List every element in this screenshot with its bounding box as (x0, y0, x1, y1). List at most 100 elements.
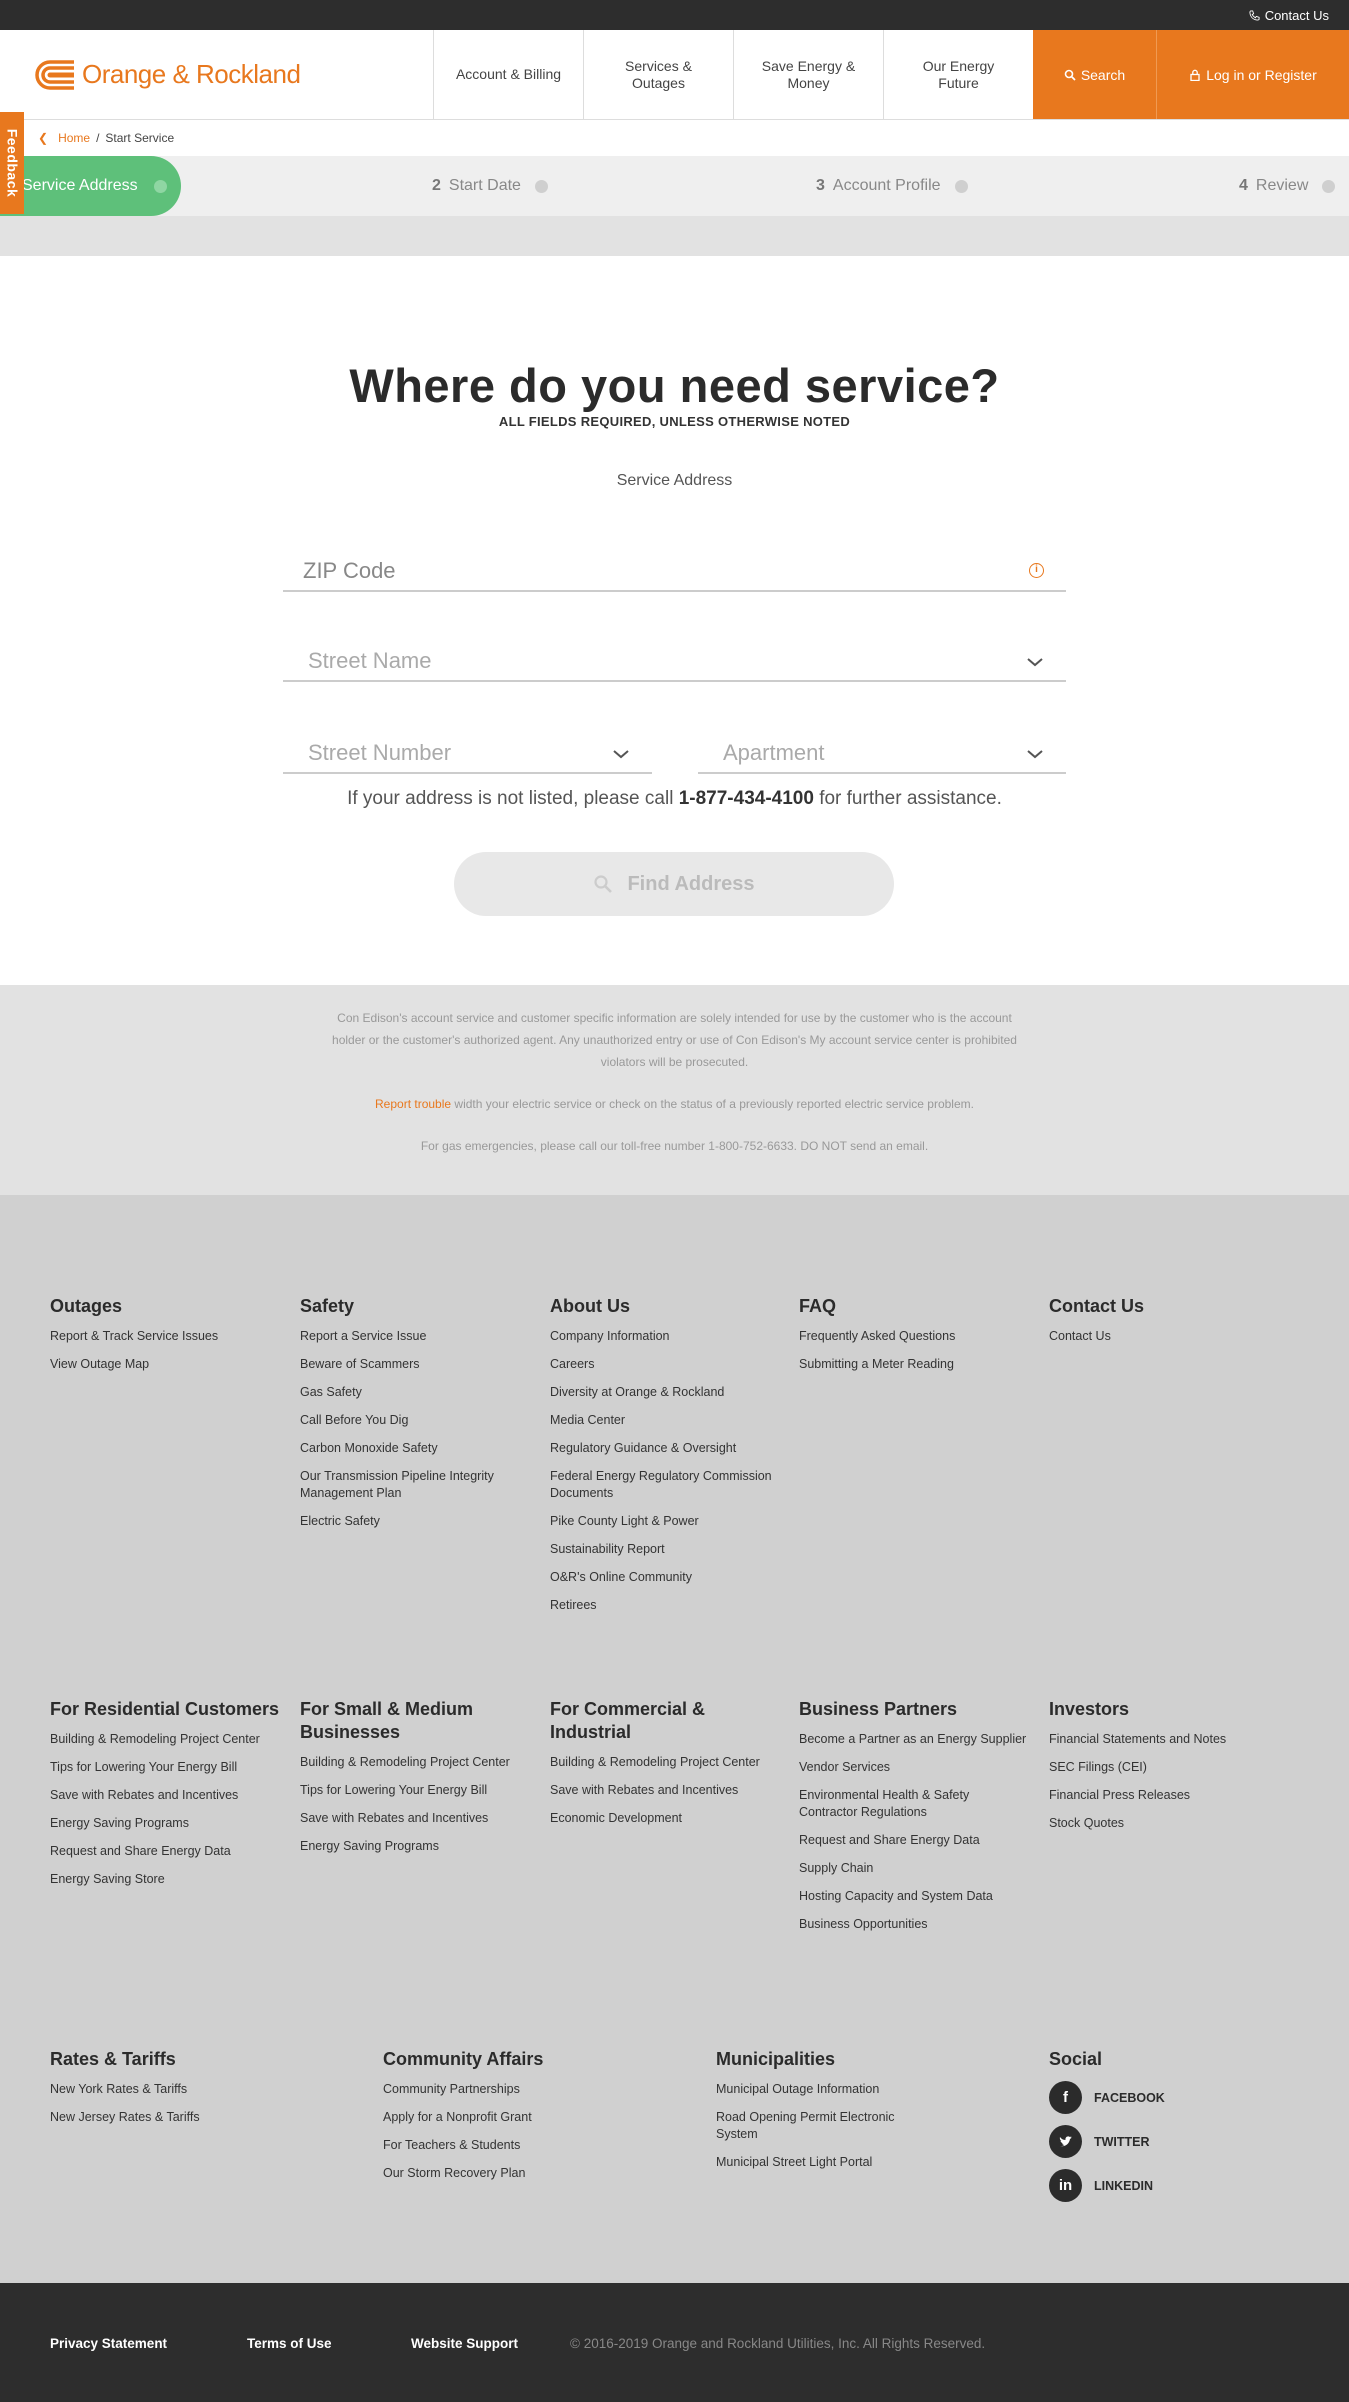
footer-link[interactable]: SEC Filings (CEI) (1049, 1759, 1279, 1776)
footer-link[interactable]: Sustainability Report (550, 1541, 780, 1558)
footer-link[interactable]: Energy Saving Programs (50, 1815, 280, 1832)
breadcrumb-home[interactable]: Home (58, 131, 90, 145)
report-trouble-link[interactable]: Report trouble (375, 1097, 451, 1111)
footer-link[interactable]: Stock Quotes (1049, 1815, 1279, 1832)
footer-link[interactable]: O&R's Online Community (550, 1569, 780, 1586)
footer-link[interactable]: Financial Press Releases (1049, 1787, 1279, 1804)
footer-link[interactable]: Company Information (550, 1328, 780, 1345)
footer-link[interactable]: Frequently Asked Questions (799, 1328, 1029, 1345)
footer-link[interactable]: Regulatory Guidance & Oversight (550, 1440, 780, 1457)
footer-heading: Community Affairs (383, 2049, 544, 2069)
apartment-select[interactable] (718, 740, 1012, 766)
footer-link[interactable]: Municipal Street Light Portal (716, 2154, 916, 2171)
footer-link[interactable]: Media Center (550, 1412, 780, 1429)
footer-link[interactable]: Vendor Services (799, 1759, 1029, 1776)
footer-link[interactable]: For Teachers & Students (383, 2137, 683, 2154)
footer-link[interactable]: Report a Service Issue (300, 1328, 530, 1345)
footer-link[interactable]: Gas Safety (300, 1384, 530, 1401)
login-button[interactable]: Log in or Register (1156, 30, 1349, 119)
footer-link[interactable]: Tips for Lowering Your Energy Bill (50, 1759, 280, 1776)
logo[interactable]: Orange & Rockland (0, 30, 433, 119)
terms-link[interactable]: Terms of Use (247, 2336, 411, 2351)
footer-link[interactable]: Save with Rebates and Incentives (550, 1782, 780, 1799)
street-name-field[interactable] (283, 640, 1066, 682)
chevron-down-icon[interactable] (1026, 656, 1044, 668)
footer-link[interactable]: Beware of Scammers (300, 1356, 530, 1373)
nav-our-energy-future[interactable]: Our Energy Future (883, 30, 1033, 119)
footer-link[interactable]: Electric Safety (300, 1513, 530, 1530)
footer-link[interactable]: Financial Statements and Notes (1049, 1731, 1279, 1748)
nav-account-billing[interactable]: Account & Billing (433, 30, 583, 119)
footer-link[interactable]: Call Before You Dig (300, 1412, 530, 1429)
footer-link[interactable]: New Jersey Rates & Tariffs (50, 2109, 350, 2126)
footer-link[interactable]: Our Storm Recovery Plan (383, 2165, 683, 2182)
footer-link[interactable]: Retirees (550, 1597, 780, 1614)
footer-link[interactable]: Environmental Health & Safety Contractor… (799, 1787, 1029, 1821)
footer-link[interactable]: Municipal Outage Information (716, 2081, 916, 2098)
privacy-link[interactable]: Privacy Statement (50, 2336, 247, 2351)
footer-link[interactable]: Community Partnerships (383, 2081, 683, 2098)
footer-link[interactable]: Save with Rebates and Incentives (50, 1787, 280, 1804)
footer-link[interactable]: Become a Partner as an Energy Supplier (799, 1731, 1029, 1748)
social-label: LINKEDIN (1094, 2178, 1154, 2193)
service-address-form: Where do you need service? ALL FIELDS RE… (0, 256, 1349, 985)
footer-link[interactable]: Energy Saving Store (50, 1871, 280, 1888)
feedback-tab[interactable]: Feedback (0, 112, 24, 214)
street-number-select[interactable] (303, 740, 598, 766)
contact-us-link[interactable]: Contact Us (1249, 8, 1329, 23)
chevron-down-icon[interactable] (1026, 748, 1044, 760)
step-service-address: Service Address (0, 156, 181, 216)
disclaimer-section: Con Edison's account service and custome… (0, 985, 1349, 1195)
footer-link[interactable]: Request and Share Energy Data (799, 1832, 1029, 1849)
nav-services-outages[interactable]: Services & Outages (583, 30, 733, 119)
info-icon[interactable]: i (1029, 563, 1044, 578)
footer-link[interactable]: Carbon Monoxide Safety (300, 1440, 530, 1457)
footer-link[interactable]: Pike County Light & Power (550, 1513, 780, 1530)
footer-link[interactable]: Save with Rebates and Incentives (300, 1810, 530, 1827)
footer-link[interactable]: Our Transmission Pipeline Integrity Mana… (300, 1468, 530, 1502)
footer-link[interactable]: Submitting a Meter Reading (799, 1356, 1029, 1373)
footer-link[interactable]: Building & Remodeling Project Center (50, 1731, 280, 1748)
chevron-down-icon[interactable] (612, 748, 630, 760)
apartment-field[interactable] (698, 732, 1066, 774)
footer-link[interactable]: Federal Energy Regulatory Commission Doc… (550, 1468, 780, 1502)
step-review: 4 Review (1239, 156, 1336, 216)
footer-link[interactable]: View Outage Map (50, 1356, 280, 1373)
footer-link[interactable]: Supply Chain (799, 1860, 1029, 1877)
footer-link[interactable]: Request and Share Energy Data (50, 1843, 280, 1860)
lock-icon (1190, 69, 1200, 81)
footer-col-safety: Safety Report a Service Issue Beware of … (300, 1295, 530, 1541)
zip-code-input[interactable] (303, 558, 970, 584)
footer-link[interactable]: Hosting Capacity and System Data (799, 1888, 1029, 1905)
social-twitter-link[interactable]: TWITTER (1049, 2125, 1279, 2158)
street-number-field[interactable] (283, 732, 652, 774)
footer-heading: Safety (300, 1296, 355, 1316)
footer-link[interactable]: Careers (550, 1356, 780, 1373)
footer-heading: Outages (50, 1296, 123, 1316)
footer-link[interactable]: New York Rates & Tariffs (50, 2081, 350, 2098)
footer-link[interactable]: Road Opening Permit Electronic System (716, 2109, 916, 2143)
website-support-link[interactable]: Website Support (411, 2336, 570, 2351)
main-nav: Account & Billing Services & Outages Sav… (433, 30, 1349, 119)
twitter-icon (1049, 2125, 1082, 2158)
footer-link[interactable]: Business Opportunities (799, 1916, 1029, 1933)
street-name-select[interactable] (303, 648, 970, 674)
footer-link[interactable]: Building & Remodeling Project Center (550, 1754, 780, 1771)
footer-link[interactable]: Apply for a Nonprofit Grant (383, 2109, 683, 2126)
search-button[interactable]: Search (1033, 30, 1156, 119)
footer-link[interactable]: Energy Saving Programs (300, 1838, 530, 1855)
social-facebook-link[interactable]: f FACEBOOK (1049, 2081, 1279, 2114)
find-address-button[interactable]: Find Address (454, 852, 894, 916)
footer-heading: Rates & Tariffs (50, 2049, 176, 2069)
nav-save-energy-money[interactable]: Save Energy & Money (733, 30, 883, 119)
footer-link[interactable]: Report & Track Service Issues (50, 1328, 280, 1345)
footer-link[interactable]: Tips for Lowering Your Energy Bill (300, 1782, 530, 1799)
social-linkedin-link[interactable]: in LINKEDIN (1049, 2169, 1279, 2202)
footer-link[interactable]: Building & Remodeling Project Center (300, 1754, 530, 1771)
footer-link[interactable]: Diversity at Orange & Rockland (550, 1384, 780, 1401)
gas-emergency-note: For gas emergencies, please call our tol… (420, 1139, 929, 1153)
footer-col-commercial: For Commercial & Industrial Building & R… (550, 1698, 780, 1838)
footer-link[interactable]: Contact Us (1049, 1328, 1279, 1345)
login-label: Log in or Register (1206, 66, 1317, 83)
footer-link[interactable]: Economic Development (550, 1810, 780, 1827)
